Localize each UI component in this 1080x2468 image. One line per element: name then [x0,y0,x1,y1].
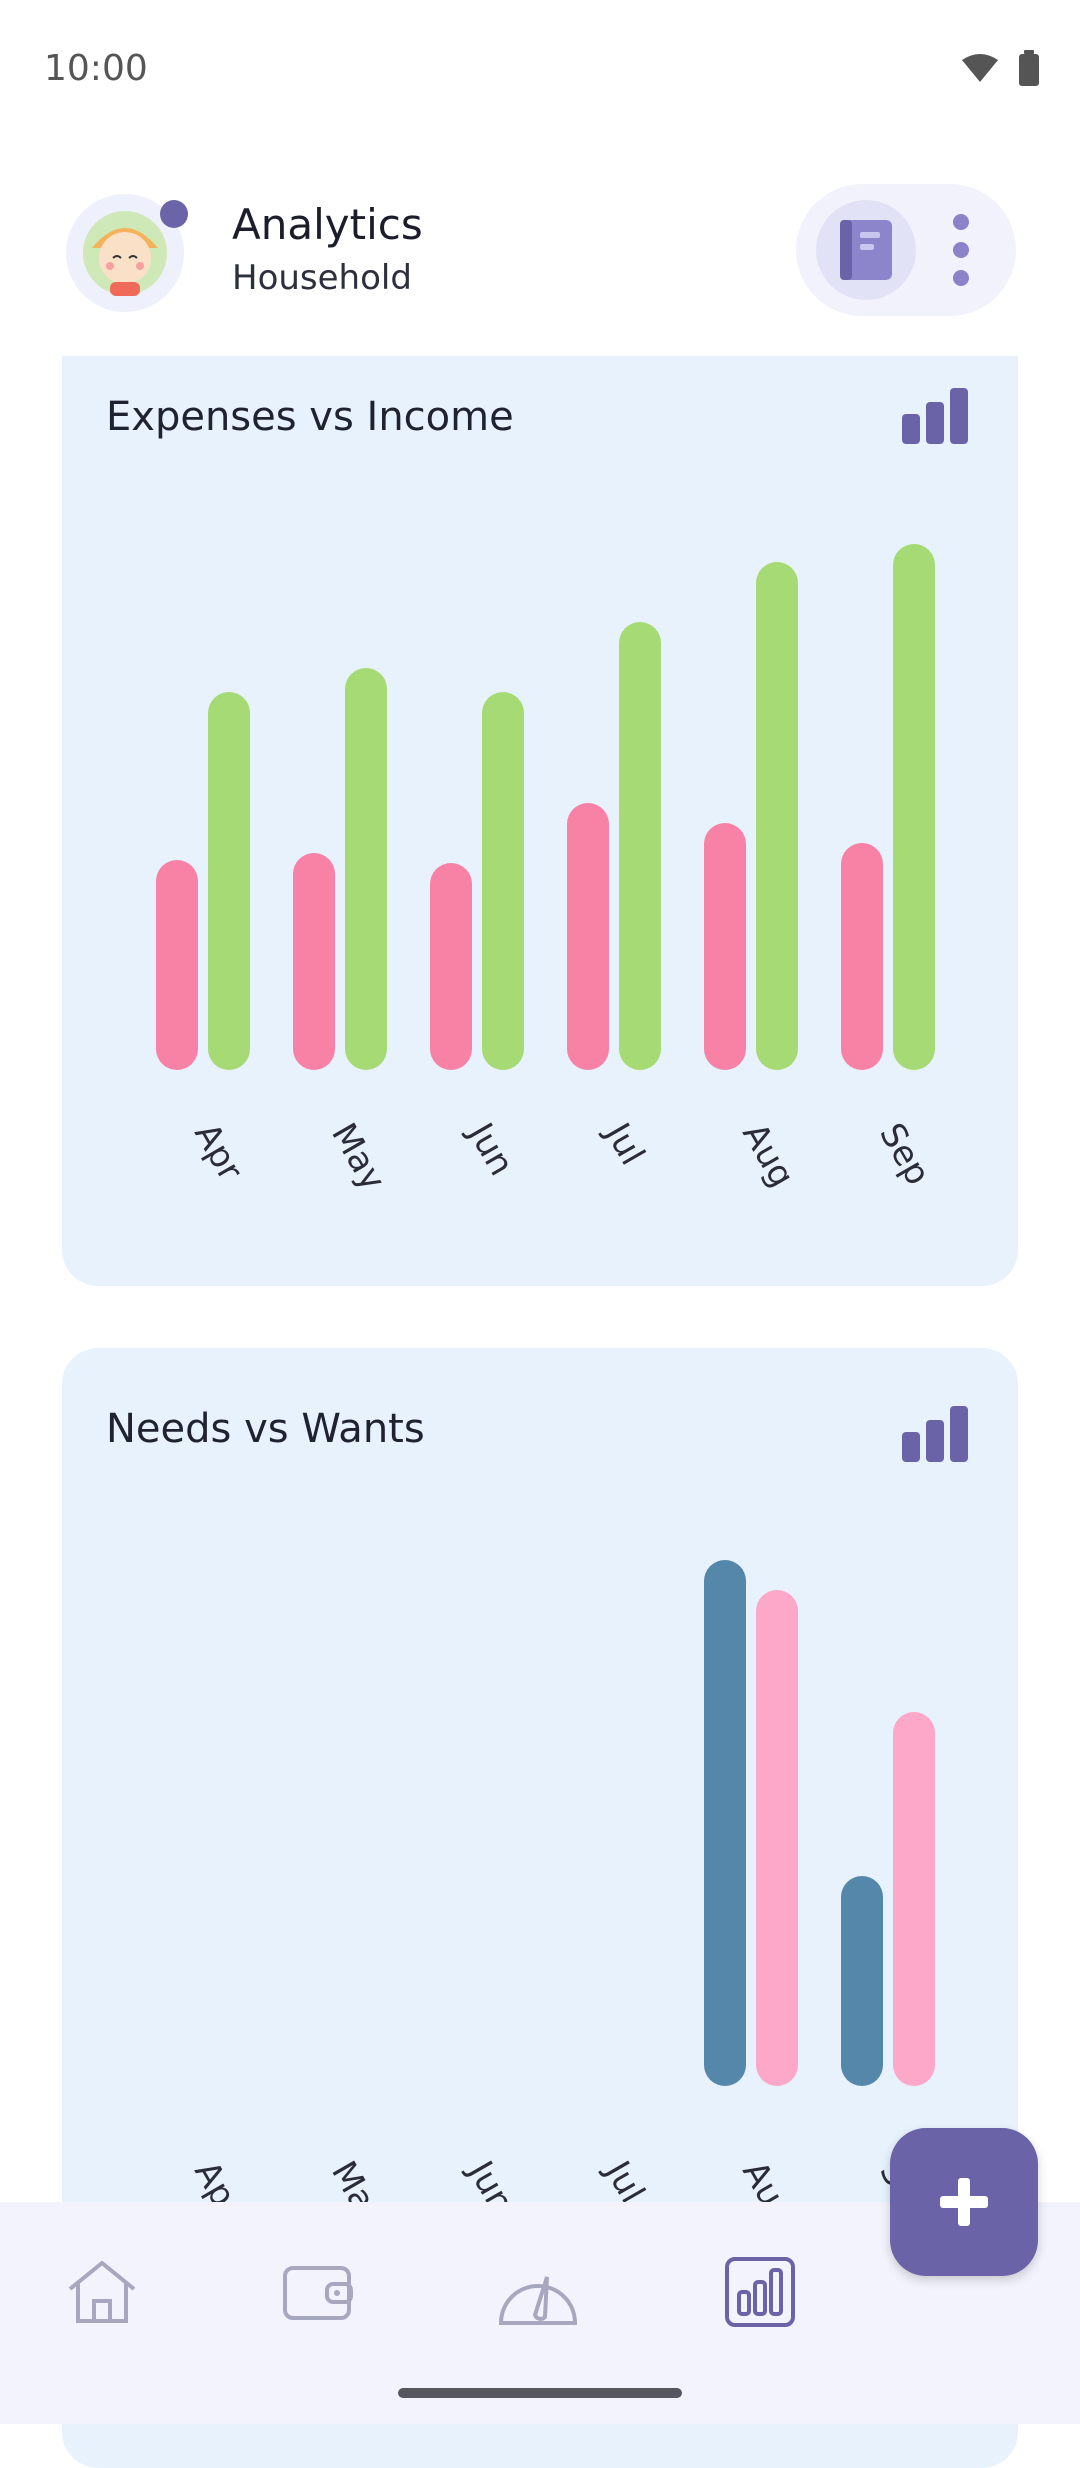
x-tick-label: Sep [871,1117,938,1193]
notification-dot [160,200,188,228]
book-icon [840,220,892,280]
gauge-icon [498,2276,578,2325]
x-tick-label: Jun [459,1115,521,1183]
header-actions [796,184,1016,316]
bar-aug-series-2 [756,562,798,1070]
nav-analytics[interactable] [710,2242,810,2342]
x-tick-label: Aug [734,1117,802,1194]
bar-jul-series-1 [567,803,609,1070]
wallet-icon [283,2266,353,2320]
expenses-income-chart: Apr May Jun Jul Aug Sep [156,544,938,1198]
plus-icon [940,2178,988,2226]
bar-sep-series-1 [841,1876,883,2086]
app-header: Analytics Household [0,180,1080,330]
bar-jul-series-2 [619,622,661,1070]
more-dot-icon [953,214,969,230]
bar-jun-series-1 [430,863,472,1070]
x-tick-label: Jul [596,1115,652,1172]
x-tick-label: May [323,1117,393,1198]
more-options-button[interactable] [936,208,986,292]
more-dot-icon [953,270,969,286]
analytics-icon [725,2257,795,2327]
bar-aug-series-1 [704,823,746,1070]
bar-sep-series-2 [893,1712,935,2086]
bar-sep-series-2 [893,544,935,1070]
home-indicator [398,2388,682,2398]
page-subtitle: Household [232,258,412,298]
bar-apr-series-1 [156,860,198,1070]
bar-apr-series-2 [208,692,250,1070]
home-icon [68,2261,136,2323]
battery-icon [1019,50,1039,86]
ledger-button[interactable] [816,200,916,300]
wifi-icon [962,54,998,82]
status-bar: 10:00 [0,0,1080,140]
bar-may-series-2 [345,668,387,1070]
page-title: Analytics [232,200,423,249]
bar-may-series-1 [293,853,335,1070]
nav-home[interactable] [52,2242,152,2342]
nav-budget[interactable] [488,2242,588,2342]
bar-aug-series-1 [704,1560,746,2086]
bar-sep-series-1 [841,843,883,1070]
bar-jun-series-2 [482,692,524,1070]
add-transaction-button[interactable] [890,2128,1038,2276]
avatar-character-icon [83,211,167,296]
more-dot-icon [953,242,969,258]
status-time: 10:00 [44,48,148,89]
expenses-income-card: Expenses vs Income Apr May Jun Jul Aug Sep [62,356,1018,1286]
nav-wallet[interactable] [268,2242,368,2342]
bar-aug-series-2 [756,1590,798,2086]
x-tick-label: Apr [186,1117,250,1188]
